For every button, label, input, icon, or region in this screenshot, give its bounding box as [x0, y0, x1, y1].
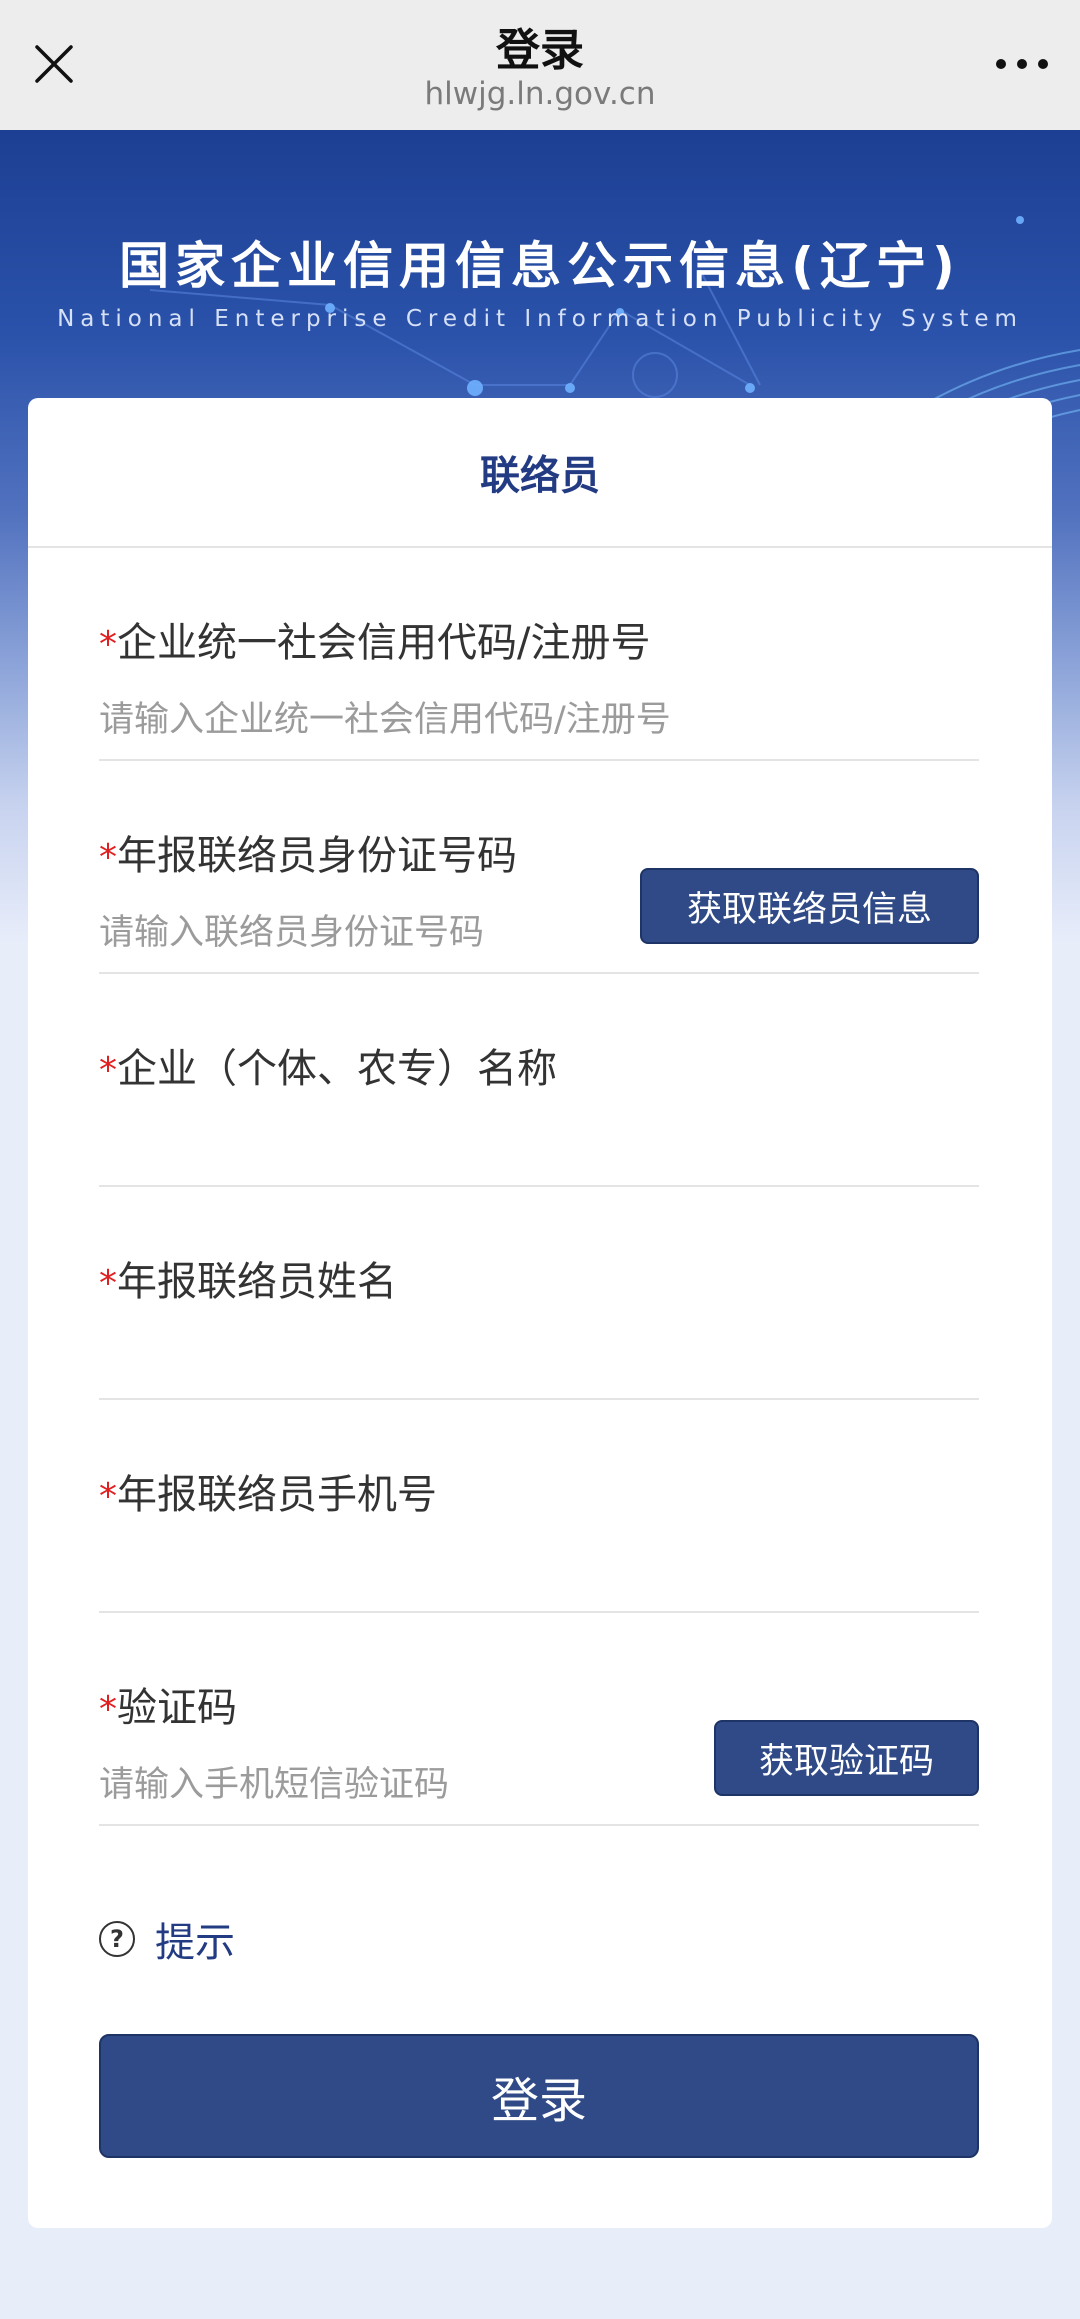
tip-link[interactable]: ? 提示: [99, 1910, 235, 1968]
phone-field: *年报联络员手机号: [99, 1400, 979, 1613]
required-mark: *: [99, 1263, 117, 1304]
phone-label-text: 年报联络员手机号: [117, 1472, 437, 1518]
company-name-label-text: 企业（个体、农专）名称: [117, 1046, 557, 1092]
more-options-button[interactable]: [992, 38, 1052, 90]
id-number-field: *年报联络员身份证号码 获取联络员信息: [99, 761, 979, 974]
phone-label: *年报联络员手机号: [99, 1462, 437, 1520]
company-name-label: *企业（个体、农专）名称: [99, 1036, 557, 1094]
login-form: *企业统一社会信用代码/注册号 *年报联络员身份证号码 获取联络员信息 *企业（…: [99, 548, 979, 1826]
page-title: 登录: [496, 25, 584, 76]
login-form-card: 联络员 *企业统一社会信用代码/注册号 *年报联络员身份证号码 获取联络员信息 …: [28, 398, 1052, 2228]
verify-code-field: *验证码 获取验证码: [99, 1613, 979, 1826]
hero-title: 国家企业信用信息公示信息(辽宁): [119, 237, 961, 295]
verify-code-label: *验证码: [99, 1675, 237, 1733]
contact-name-input[interactable]: [99, 1335, 959, 1383]
company-name-input[interactable]: [99, 1122, 959, 1170]
required-mark: *: [99, 1050, 117, 1091]
hero-subtitle: National Enterprise Credit Information P…: [57, 306, 1023, 332]
phone-input[interactable]: [99, 1548, 959, 1596]
verify-code-input[interactable]: [99, 1761, 619, 1809]
required-mark: *: [99, 1689, 117, 1730]
credit-code-label-text: 企业统一社会信用代码/注册号: [117, 620, 651, 666]
credit-code-field: *企业统一社会信用代码/注册号: [99, 548, 979, 761]
card-title: 联络员: [480, 453, 600, 499]
contact-name-label-text: 年报联络员姓名: [117, 1259, 397, 1305]
credit-code-input[interactable]: [99, 696, 959, 744]
contact-name-label: *年报联络员姓名: [99, 1249, 397, 1307]
question-circle-icon: ?: [99, 1921, 135, 1957]
verify-code-label-text: 验证码: [117, 1685, 237, 1731]
tip-label: 提示: [155, 1920, 235, 1966]
required-mark: *: [99, 1476, 117, 1517]
top-navigation-bar: 登录 hlwjg.ln.gov.cn: [0, 0, 1080, 130]
id-number-label: *年报联络员身份证号码: [99, 823, 517, 881]
page-domain: hlwjg.ln.gov.cn: [424, 76, 656, 112]
contact-name-field: *年报联络员姓名: [99, 1187, 979, 1400]
id-number-input[interactable]: [99, 909, 619, 957]
company-name-field: *企业（个体、农专）名称: [99, 974, 979, 1187]
get-verify-code-button[interactable]: 获取验证码: [714, 1720, 979, 1796]
id-number-label-text: 年报联络员身份证号码: [117, 833, 517, 879]
credit-code-label: *企业统一社会信用代码/注册号: [99, 610, 650, 668]
login-button[interactable]: 登录: [99, 2034, 979, 2158]
get-contact-info-button[interactable]: 获取联络员信息: [640, 868, 979, 944]
required-mark: *: [99, 837, 117, 878]
required-mark: *: [99, 624, 117, 665]
more-dots-icon: [996, 59, 1048, 69]
card-header: 联络员: [28, 398, 1052, 548]
